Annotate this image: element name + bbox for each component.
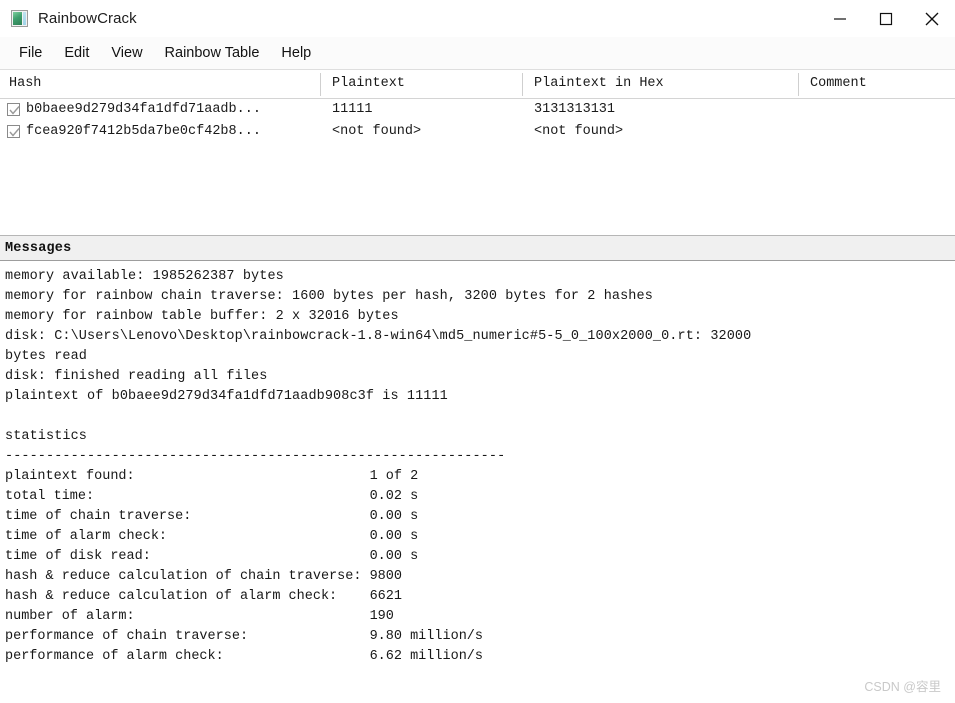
statistic-row: hash & reduce calculation of alarm check… xyxy=(5,587,955,607)
statistic-value: 6621 xyxy=(369,589,402,604)
statistic-spacer xyxy=(167,529,370,544)
statistic-row: number of alarm: 190 xyxy=(5,607,955,627)
statistic-spacer xyxy=(361,569,369,584)
column-header-plaintext[interactable]: Plaintext xyxy=(332,70,405,98)
close-button[interactable] xyxy=(909,0,955,37)
statistic-label: hash & reduce calculation of chain trave… xyxy=(5,569,362,584)
log-line-statistics-title: statistics xyxy=(5,429,88,444)
statistic-label: performance of chain traverse: xyxy=(5,629,249,644)
statistic-spacer xyxy=(337,589,369,604)
column-header-hash[interactable]: Hash xyxy=(9,70,41,98)
statistic-value: 0.02 s xyxy=(369,489,419,504)
messages-title: Messages xyxy=(5,240,72,256)
statistic-row: total time: 0.02 s xyxy=(5,487,955,507)
statistic-value: 6.62 million/s xyxy=(369,649,483,664)
cell-plaintext: <not found> xyxy=(332,124,422,139)
hash-table-header: Hash Plaintext Plaintext in Hex Comment xyxy=(0,70,955,99)
menu-item-help[interactable]: Help xyxy=(270,41,322,65)
messages-header: Messages xyxy=(0,236,955,261)
statistic-label: time of alarm check: xyxy=(5,529,168,544)
statistic-spacer xyxy=(94,489,369,504)
close-icon xyxy=(925,12,939,25)
statistic-spacer xyxy=(151,549,370,564)
statistic-row: time of chain traverse: 0.00 s xyxy=(5,507,955,527)
window-controls xyxy=(817,0,955,37)
table-row[interactable]: b0baee9d279d34fa1dfd71aadb... 11111 3131… xyxy=(0,99,955,121)
checkmark-icon xyxy=(9,128,20,137)
hash-table: Hash Plaintext Plaintext in Hex Comment … xyxy=(0,70,955,235)
column-divider-2[interactable] xyxy=(522,73,523,96)
title-bar: RainbowCrack xyxy=(0,0,955,37)
log-line: memory for rainbow chain traverse: 1600 … xyxy=(5,289,653,304)
statistic-label: plaintext found: xyxy=(5,469,135,484)
maximize-icon xyxy=(879,12,893,25)
statistic-row: hash & reduce calculation of chain trave… xyxy=(5,567,955,587)
messages-log[interactable]: memory available: 1985262387 bytes memor… xyxy=(0,261,955,701)
statistic-value: 0.00 s xyxy=(369,529,419,544)
menu-bar: File Edit View Rainbow Table Help xyxy=(0,37,955,70)
statistic-spacer xyxy=(248,629,370,644)
log-line-disk-path: disk: C:\Users\Lenovo\Desktop\rainbowcra… xyxy=(5,329,752,344)
column-header-plaintext-hex[interactable]: Plaintext in Hex xyxy=(534,70,664,98)
statistic-value: 190 xyxy=(369,609,394,624)
statistic-spacer xyxy=(224,649,370,664)
statistic-spacer xyxy=(135,609,370,624)
statistic-label: time of disk read: xyxy=(5,549,151,564)
log-line-blank xyxy=(5,407,955,427)
menu-item-view[interactable]: View xyxy=(100,41,153,65)
row-checkbox[interactable] xyxy=(7,125,20,138)
row-checkbox[interactable] xyxy=(7,103,20,116)
statistic-label: total time: xyxy=(5,489,95,504)
statistic-value: 9800 xyxy=(369,569,402,584)
statistic-label: performance of alarm check: xyxy=(5,649,224,664)
column-divider-1[interactable] xyxy=(320,73,321,96)
statistic-row: performance of chain traverse: 9.80 mill… xyxy=(5,627,955,647)
statistic-row: time of disk read: 0.00 s xyxy=(5,547,955,567)
statistics-block: plaintext found: 1 of 2 total time: 0.02 … xyxy=(5,467,955,667)
column-divider-3[interactable] xyxy=(798,73,799,96)
statistic-spacer xyxy=(135,469,370,484)
statistic-label: number of alarm: xyxy=(5,609,135,624)
menu-item-rainbow-table[interactable]: Rainbow Table xyxy=(154,41,271,65)
checkmark-icon xyxy=(9,106,20,115)
minimize-icon xyxy=(834,17,846,20)
log-line-plaintext-found: plaintext of b0baee9d279d34fa1dfd71aadb9… xyxy=(5,389,448,404)
statistic-value: 0.00 s xyxy=(369,549,419,564)
statistic-value: 9.80 million/s xyxy=(369,629,483,644)
statistic-label: hash & reduce calculation of alarm check… xyxy=(5,589,338,604)
cell-plaintext-hex: 3131313131 xyxy=(534,102,616,117)
log-line: disk: finished reading all files xyxy=(5,369,268,384)
log-line: bytes read xyxy=(5,349,88,364)
cell-hash: fcea920f7412b5da7be0cf42b8... xyxy=(26,124,261,139)
statistic-row: plaintext found: 1 of 2 xyxy=(5,467,955,487)
menu-item-edit[interactable]: Edit xyxy=(53,41,100,65)
log-line: memory for rainbow table buffer: 2 x 320… xyxy=(5,309,399,324)
statistic-spacer xyxy=(191,509,369,524)
statistic-row: performance of alarm check: 6.62 million… xyxy=(5,647,955,667)
menu-item-file[interactable]: File xyxy=(8,41,53,65)
watermark: CSDN @容里 xyxy=(864,680,941,694)
statistic-row: time of alarm check: 0.00 s xyxy=(5,527,955,547)
statistic-value: 1 of 2 xyxy=(369,469,419,484)
statistic-value: 0.00 s xyxy=(369,509,419,524)
table-row[interactable]: fcea920f7412b5da7be0cf42b8... <not found… xyxy=(0,121,955,143)
cell-plaintext: 11111 xyxy=(332,102,373,117)
log-line: memory available: 1985262387 bytes xyxy=(5,269,284,284)
maximize-button[interactable] xyxy=(863,0,909,37)
window-title: RainbowCrack xyxy=(38,10,137,27)
log-line-statistics-rule: ----------------------------------------… xyxy=(5,449,506,464)
hash-table-rows: b0baee9d279d34fa1dfd71aadb... 11111 3131… xyxy=(0,99,955,143)
app-icon xyxy=(11,10,28,27)
minimize-button[interactable] xyxy=(817,0,863,37)
cell-plaintext-hex: <not found> xyxy=(534,124,624,139)
column-header-comment[interactable]: Comment xyxy=(810,70,867,98)
statistic-label: time of chain traverse: xyxy=(5,509,192,524)
cell-hash: b0baee9d279d34fa1dfd71aadb... xyxy=(26,102,261,117)
